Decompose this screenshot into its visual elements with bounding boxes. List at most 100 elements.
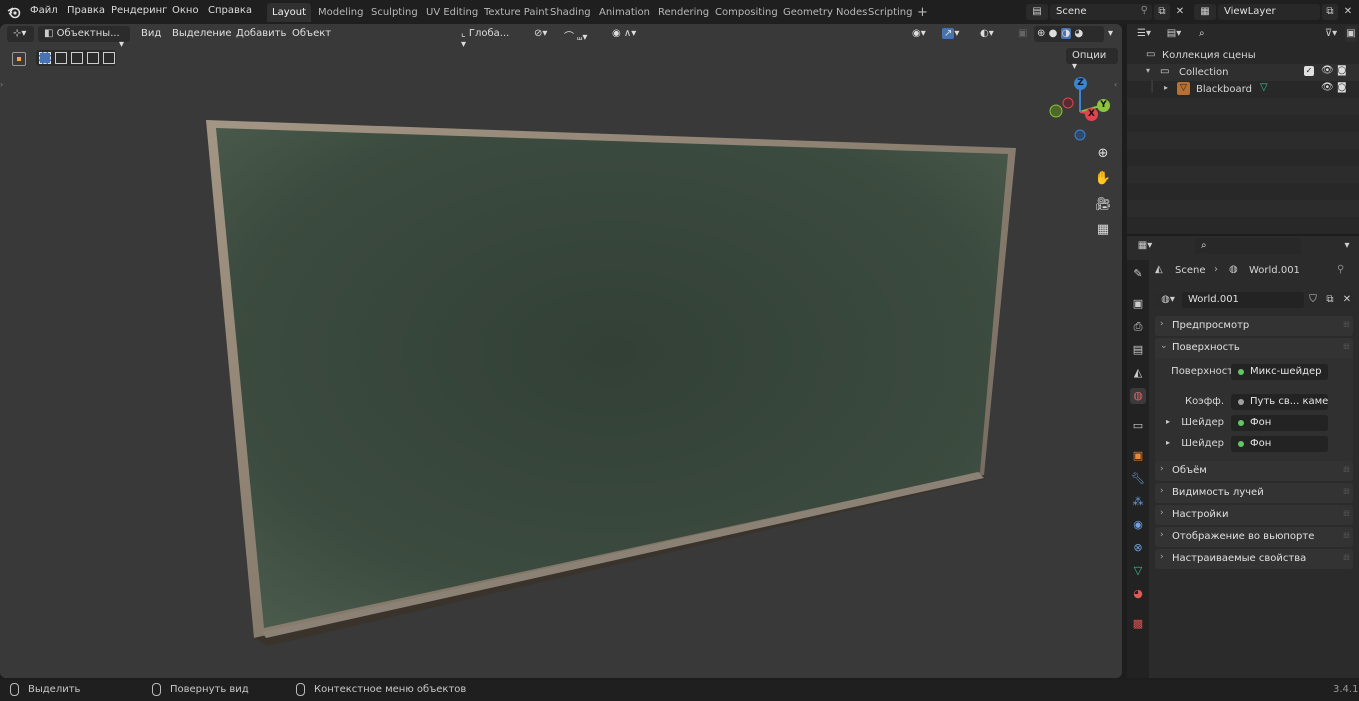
- drag-handle-icon[interactable]: ⁞⁞⁞⁞: [1343, 509, 1350, 518]
- tab-modeling[interactable]: Modeling: [313, 3, 369, 22]
- drag-handle-icon[interactable]: ⁞⁞⁞⁞: [1343, 465, 1350, 474]
- physics-tab-icon[interactable]: ◉: [1130, 517, 1146, 533]
- delete-scene-icon[interactable]: ✕: [1172, 4, 1188, 20]
- expand-arrow-icon[interactable]: ▾: [1146, 66, 1150, 75]
- shader2-field[interactable]: Фон: [1231, 436, 1328, 452]
- gizmo-z-icon[interactable]: Z: [1074, 77, 1087, 90]
- new-scene-icon[interactable]: ⧉: [1154, 4, 1170, 20]
- texture-tab-icon[interactable]: ▩: [1130, 616, 1146, 632]
- world-browse-icon[interactable]: ◍▾: [1155, 292, 1181, 308]
- exclude-checkbox[interactable]: ✓: [1304, 66, 1314, 76]
- drag-handle-icon[interactable]: ⁞⁞⁞⁞: [1343, 342, 1350, 351]
- render-camera-icon[interactable]: ◙: [1337, 82, 1347, 93]
- expand-arrow-icon[interactable]: ▸: [1164, 83, 1168, 92]
- scene-browse-icon[interactable]: ▤: [1026, 4, 1048, 20]
- render-tab-icon[interactable]: ▣: [1130, 296, 1146, 312]
- tab-rendering[interactable]: Rendering: [653, 3, 714, 22]
- surface-panel-body: Поверхность Микс-шейдер Коэфф. Путь св..…: [1155, 358, 1353, 462]
- tab-texture-paint[interactable]: Texture Paint: [479, 3, 554, 22]
- data-tab-icon[interactable]: ▽: [1130, 563, 1146, 579]
- pin-icon[interactable]: ⚲: [1141, 5, 1148, 16]
- object-tab-icon[interactable]: ▣: [1130, 448, 1146, 464]
- camera-icon[interactable]: 🎥︎: [1093, 197, 1113, 217]
- scene-name: Scene: [1056, 6, 1087, 17]
- outliner-row-collection[interactable]: ▾ ▭ Collection ✓ 👁︎ ◙: [1127, 64, 1359, 81]
- world-tab-icon[interactable]: ◍: [1130, 388, 1146, 404]
- panel-preview[interactable]: › Предпросмотр ⁞⁞⁞⁞: [1155, 316, 1353, 336]
- new-viewlayer-icon[interactable]: ⧉: [1322, 4, 1338, 20]
- panel-surface[interactable]: ⌄ Поверхность ⁞⁞⁞⁞: [1155, 338, 1353, 358]
- outliner-search-input[interactable]: ⌕: [1193, 26, 1309, 42]
- surface-shader-field[interactable]: Микс-шейдер: [1231, 364, 1328, 380]
- tab-shading[interactable]: Shading: [545, 3, 596, 22]
- panel-volume[interactable]: › Объём ⁞⁞⁞⁞: [1155, 461, 1353, 481]
- eye-icon[interactable]: 👁︎: [1321, 82, 1334, 93]
- panel-custom-properties[interactable]: › Настраиваемые свойства ⁞⁞⁞⁞: [1155, 549, 1353, 569]
- constraints-tab-icon[interactable]: ⊗: [1130, 540, 1146, 556]
- world-name-field[interactable]: World.001: [1182, 292, 1304, 308]
- menu-render[interactable]: Рендеринг: [111, 5, 167, 16]
- menu-window[interactable]: Окно: [172, 5, 199, 16]
- drag-handle-icon[interactable]: ⁞⁞⁞⁞: [1343, 553, 1350, 562]
- viewlayer-browse-icon[interactable]: ▦: [1194, 4, 1216, 20]
- properties-search-input[interactable]: ⌕: [1195, 238, 1301, 254]
- panel-viewport-display[interactable]: › Отображение во вьюпорте ⁞⁞⁞⁞: [1155, 527, 1353, 547]
- chevron-down-icon[interactable]: ▾: [1339, 238, 1355, 254]
- tool-tab-icon[interactable]: ✎: [1130, 266, 1146, 282]
- outliner-row-scene-collection[interactable]: ▭ Коллекция сцены: [1127, 47, 1359, 64]
- scene-name-field[interactable]: Scene ⚲: [1050, 4, 1152, 20]
- world-icon: ◍: [1229, 264, 1238, 275]
- filter-icon[interactable]: ⊽▾: [1319, 26, 1343, 42]
- grid-perspective-icon[interactable]: ▦: [1093, 222, 1113, 242]
- drag-handle-icon[interactable]: ⁞⁞⁞⁞: [1343, 487, 1350, 496]
- particles-tab-icon[interactable]: ⁂: [1130, 494, 1146, 510]
- viewlayer-name-field[interactable]: ViewLayer: [1218, 4, 1320, 20]
- outliner-row-blackboard[interactable]: │ ▸ ▽ Blackboard ▽ 👁︎ ◙: [1127, 81, 1359, 98]
- gizmo-x-icon[interactable]: X: [1085, 108, 1098, 121]
- navigation-gizmo[interactable]: Z Y X: [1045, 74, 1117, 146]
- fake-user-icon[interactable]: ⛉: [1305, 292, 1321, 308]
- properties-editor-icon[interactable]: ▦▾: [1132, 238, 1158, 254]
- eye-icon[interactable]: 👁︎: [1321, 65, 1334, 76]
- collection-tab-icon[interactable]: ▭: [1130, 418, 1146, 434]
- tab-animation[interactable]: Animation: [594, 3, 655, 22]
- 3d-viewport[interactable]: ⊹▾ ◧ Объектны... ▾ Вид Выделение Добавит…: [0, 24, 1122, 678]
- panel-settings[interactable]: › Настройки ⁞⁞⁞⁞: [1155, 505, 1353, 525]
- menu-help[interactable]: Справка: [208, 5, 252, 16]
- menu-edit[interactable]: Правка: [67, 5, 105, 16]
- display-mode-icon[interactable]: ▤▾: [1162, 26, 1186, 42]
- pin-icon[interactable]: ⚲: [1337, 264, 1344, 275]
- chevron-right-icon: ›: [1160, 552, 1164, 562]
- new-world-icon[interactable]: ⧉: [1322, 292, 1338, 308]
- blackboard-object[interactable]: [0, 24, 1122, 678]
- tab-uv-editing[interactable]: UV Editing: [421, 3, 483, 22]
- tab-layout[interactable]: Layout: [267, 3, 311, 22]
- tab-compositing[interactable]: Compositing: [710, 3, 783, 22]
- delete-viewlayer-icon[interactable]: ✕: [1340, 4, 1356, 20]
- zoom-icon[interactable]: ⊕: [1093, 146, 1113, 166]
- panel-ray-visibility[interactable]: › Видимость лучей ⁞⁞⁞⁞: [1155, 483, 1353, 503]
- material-tab-icon[interactable]: ◕: [1130, 586, 1146, 602]
- view-layer-tab-icon[interactable]: ▤: [1130, 342, 1146, 358]
- tab-scripting[interactable]: Scripting: [863, 3, 917, 22]
- pan-hand-icon[interactable]: ✋: [1093, 171, 1113, 191]
- render-camera-icon[interactable]: ◙: [1337, 65, 1347, 76]
- mesh-data-icon[interactable]: ▽: [1260, 82, 1268, 93]
- scene-tab-icon[interactable]: ◭: [1130, 365, 1146, 381]
- new-collection-icon[interactable]: ▣: [1345, 26, 1357, 42]
- drag-handle-icon[interactable]: ⁞⁞⁞⁞: [1343, 320, 1350, 329]
- drag-handle-icon[interactable]: ⁞⁞⁞⁞: [1343, 531, 1350, 540]
- blender-logo-icon[interactable]: [7, 5, 21, 19]
- unlink-world-icon[interactable]: ✕: [1339, 292, 1355, 308]
- outliner-editor-icon[interactable]: ☰▾: [1132, 26, 1156, 42]
- add-workspace-button[interactable]: +: [912, 1, 933, 20]
- output-tab-icon[interactable]: ⎙: [1130, 319, 1146, 335]
- menu-file[interactable]: Файл: [30, 5, 58, 16]
- gizmo-y-icon[interactable]: Y: [1097, 99, 1110, 112]
- fac-input-field[interactable]: Путь св... камеры: [1231, 394, 1328, 410]
- modifiers-tab-icon[interactable]: 🔧︎: [1130, 471, 1146, 487]
- tab-sculpting[interactable]: Sculpting: [366, 3, 423, 22]
- shader1-field[interactable]: Фон: [1231, 415, 1328, 431]
- tab-geometry-nodes[interactable]: Geometry Nodes: [778, 3, 872, 22]
- chevron-right-icon: ›: [1160, 319, 1164, 329]
